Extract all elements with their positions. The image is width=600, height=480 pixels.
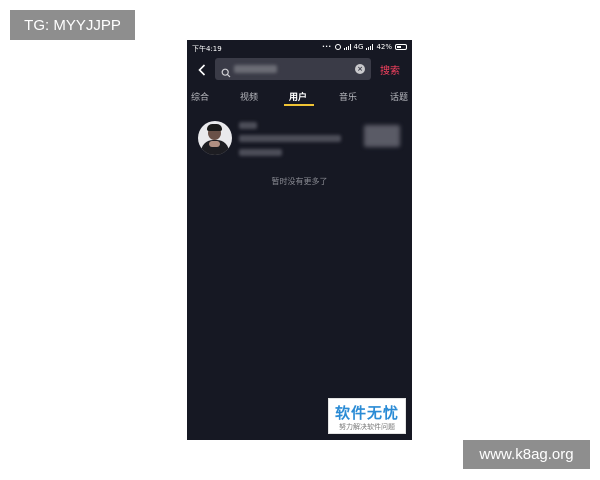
watermark-logo: 软件无忧 努力解决软件问题 <box>328 398 406 434</box>
alarm-icon <box>334 44 341 50</box>
tab-active-indicator <box>284 104 314 106</box>
search-icon <box>221 63 231 82</box>
search-query-redacted <box>234 65 277 73</box>
tab-videos[interactable]: 视频 <box>240 90 258 103</box>
tab-users[interactable]: 用户 <box>289 90 307 103</box>
watermark-tg-badge: TG: MYYJJPP <box>10 10 135 40</box>
tab-music[interactable]: 音乐 <box>339 90 357 103</box>
battery-percent: 42% <box>376 43 392 51</box>
clear-icon[interactable]: × <box>355 64 365 74</box>
search-input[interactable]: × <box>215 58 371 80</box>
username-redacted <box>239 122 257 129</box>
back-icon[interactable] <box>197 62 207 78</box>
tab-topics[interactable]: 话题 <box>390 90 408 103</box>
watermark-logo-title: 软件无忧 <box>334 404 399 422</box>
battery-icon <box>395 44 407 50</box>
follow-button-redacted[interactable] <box>364 125 400 147</box>
status-indicators: ··· 4G 42% <box>322 43 407 51</box>
watermark-site-badge: www.k8ag.org <box>463 440 590 469</box>
network-type: 4G <box>353 43 364 51</box>
end-of-results-text: 暂时没有更多了 <box>271 177 328 186</box>
tab-comprehensive[interactable]: 综合 <box>191 90 209 103</box>
signal-icon-2 <box>366 44 374 50</box>
status-bar: 下午4:19 ··· 4G 42% <box>187 40 412 56</box>
more-notifications-icon: ··· <box>322 43 332 51</box>
status-time: 下午4:19 <box>192 45 222 53</box>
user-id-redacted <box>239 135 341 142</box>
phone-screen: 下午4:19 ··· 4G 42% × 搜索 综合 视频 用户 音乐 话题 暂时… <box>187 40 412 440</box>
watermark-logo-subtitle: 努力解决软件问题 <box>339 423 395 431</box>
signal-icon <box>343 44 351 50</box>
search-button[interactable]: 搜索 <box>380 62 400 77</box>
user-stats-redacted <box>239 149 282 156</box>
avatar[interactable] <box>198 121 232 155</box>
list-item[interactable] <box>187 118 412 162</box>
